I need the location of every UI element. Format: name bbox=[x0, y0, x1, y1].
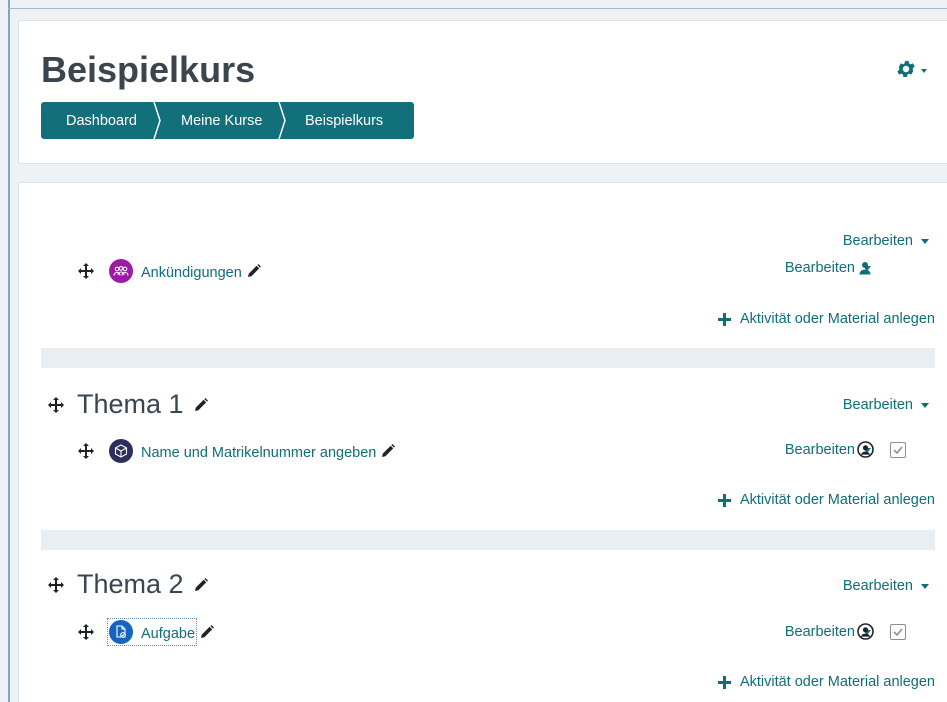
breadcrumb-beispielkurs[interactable]: Beispielkurs bbox=[280, 102, 414, 139]
activity-link-aufgabe[interactable]: Aufgabe bbox=[106, 618, 198, 646]
breadcrumb-label: Meine Kurse bbox=[181, 112, 263, 129]
course-content: Bearbeiten Ankündigungen Bearbeiten Akti… bbox=[18, 182, 947, 702]
section-1-edit-menu[interactable]: Bearbeiten bbox=[843, 397, 929, 413]
breadcrumb-label: Dashboard bbox=[66, 112, 137, 129]
chevron-down-icon bbox=[921, 238, 929, 244]
plus-icon bbox=[717, 675, 731, 689]
move-icon[interactable] bbox=[47, 576, 65, 594]
edit-menu-label: Bearbeiten bbox=[784, 624, 855, 640]
activity-row-name-und-matrikelnummer: Name und Matrikelnummer angeben bbox=[77, 439, 396, 463]
activity-row-aufgabe: Aufgabe bbox=[77, 618, 215, 646]
edit-menu-label: Bearbeiten bbox=[784, 442, 855, 458]
move-icon[interactable] bbox=[77, 262, 95, 280]
pencil-icon[interactable] bbox=[247, 264, 261, 278]
edit-menu-label: Bearbeiten bbox=[842, 578, 913, 594]
plus-icon bbox=[717, 312, 731, 326]
check-icon bbox=[893, 628, 903, 637]
assignment-icon bbox=[109, 620, 133, 644]
activity-link-ankuendigungen[interactable]: Ankündigungen bbox=[141, 265, 242, 281]
gear-icon bbox=[895, 58, 917, 85]
section-divider bbox=[41, 348, 935, 368]
section-title: Thema 2 bbox=[77, 569, 184, 599]
section-header-thema-2: Thema 2 bbox=[47, 569, 208, 600]
add-activity-label: Aktivität oder Material anlegen bbox=[739, 674, 935, 690]
activity-name: Aufgabe bbox=[141, 625, 196, 642]
pencil-icon[interactable] bbox=[200, 625, 215, 639]
add-activity-label: Aktivität oder Material anlegen bbox=[739, 311, 935, 327]
user-circle-icon[interactable] bbox=[857, 623, 874, 645]
course-settings-menu[interactable] bbox=[895, 59, 935, 83]
edit-menu-label: Bearbeiten bbox=[842, 233, 913, 249]
breadcrumb-label: Beispielkurs bbox=[305, 112, 384, 129]
edit-menu-label: Bearbeiten bbox=[842, 397, 913, 413]
breadcrumb-meine-kurse[interactable]: Meine Kurse bbox=[155, 102, 286, 139]
breadcrumb-separator-icon bbox=[274, 102, 286, 139]
completion-checkbox[interactable] bbox=[890, 624, 906, 640]
breadcrumb: Dashboard Meine Kurse Beispielkurs bbox=[41, 102, 414, 139]
activity-link-name-und-matrikelnummer[interactable]: Name und Matrikelnummer angeben bbox=[141, 445, 376, 461]
breadcrumb-dashboard[interactable]: Dashboard bbox=[41, 102, 161, 139]
completion-checkbox[interactable] bbox=[890, 442, 906, 458]
move-icon[interactable] bbox=[47, 396, 65, 414]
check-icon bbox=[893, 446, 903, 455]
course-header: Beispielkurs Dashboard Meine Kurse Beisp… bbox=[18, 20, 947, 164]
chevron-down-icon bbox=[921, 402, 929, 408]
add-activity-section-2[interactable]: Aktivität oder Material anlegen bbox=[717, 674, 935, 690]
add-activity-label: Aktivität oder Material anlegen bbox=[739, 492, 935, 508]
activity-row-ankuendigungen: Ankündigungen bbox=[77, 259, 261, 283]
plus-icon bbox=[717, 493, 731, 507]
edit-menu-label: Bearbeiten bbox=[784, 260, 855, 276]
section-title: Thema 1 bbox=[77, 389, 184, 419]
pencil-icon[interactable] bbox=[381, 444, 396, 458]
add-activity-section-0[interactable]: Aktivität oder Material anlegen bbox=[717, 311, 935, 327]
move-icon[interactable] bbox=[77, 442, 95, 460]
pencil-icon[interactable] bbox=[194, 577, 208, 592]
feedback-icon bbox=[109, 439, 133, 463]
chevron-down-icon bbox=[921, 69, 927, 73]
breadcrumb-separator-icon bbox=[149, 102, 161, 139]
pencil-icon[interactable] bbox=[194, 397, 208, 412]
section-2-edit-menu[interactable]: Bearbeiten bbox=[843, 578, 929, 594]
forum-icon bbox=[109, 259, 133, 283]
move-icon[interactable] bbox=[77, 623, 95, 641]
user-icon[interactable] bbox=[858, 261, 872, 280]
section-0-edit-menu[interactable]: Bearbeiten bbox=[843, 233, 929, 249]
section-divider bbox=[41, 530, 935, 550]
chevron-down-icon bbox=[921, 583, 929, 589]
user-circle-icon[interactable] bbox=[857, 441, 874, 463]
add-activity-section-1[interactable]: Aktivität oder Material anlegen bbox=[717, 492, 935, 508]
window-frame-top bbox=[8, 8, 947, 9]
section-header-thema-1: Thema 1 bbox=[47, 389, 208, 420]
window-frame-left bbox=[8, 0, 10, 702]
page-title: Beispielkurs bbox=[41, 49, 256, 90]
